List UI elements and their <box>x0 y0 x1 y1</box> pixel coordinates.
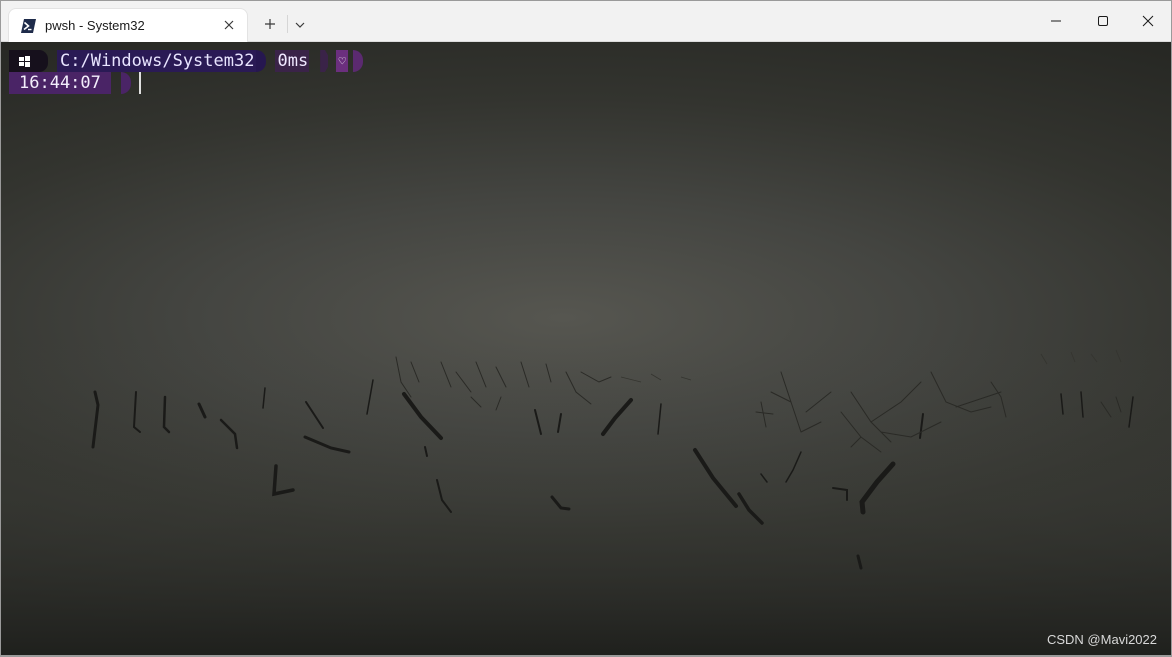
tab-pwsh[interactable]: pwsh - System32 <box>9 9 247 42</box>
os-segment <box>9 50 39 72</box>
close-icon[interactable] <box>221 17 237 33</box>
maximize-button[interactable] <box>1080 1 1126 41</box>
segment-separator <box>120 72 131 94</box>
exec-time-segment: 0ms <box>275 50 310 72</box>
terminal-pane[interactable]: C:/Windows/System32 0ms ♡ 16:44:07 CSDN @M… <box>1 42 1171 655</box>
heart-icon: ♡ <box>336 50 349 72</box>
close-window-button[interactable] <box>1125 1 1171 41</box>
windows-icon <box>19 56 30 67</box>
segment-separator <box>39 50 48 72</box>
minimize-icon <box>1051 20 1061 22</box>
minimize-button[interactable] <box>1033 1 1079 41</box>
maximize-icon <box>1098 16 1108 26</box>
segment-separator <box>353 50 364 72</box>
time-segment: 16:44:07 <box>9 72 111 94</box>
tab-title: pwsh - System32 <box>45 18 145 33</box>
segment-separator <box>320 50 329 72</box>
watermark: CSDN @Mavi2022 <box>1046 632 1157 647</box>
close-icon <box>1142 15 1154 27</box>
title-bar: pwsh - System32 <box>1 1 1171 42</box>
text-cursor[interactable] <box>138 72 141 94</box>
prompt-line: 16:44:07 <box>9 72 141 94</box>
tab-divider <box>287 15 288 33</box>
prompt-line: C:/Windows/System32 0ms ♡ <box>9 50 364 72</box>
path-segment: C:/Windows/System32 <box>57 50 257 72</box>
plus-icon[interactable] <box>262 16 278 32</box>
background-image <box>1 342 1171 655</box>
terminal-window: pwsh - System32 C:/Windows/System32 0ms … <box>1 1 1171 655</box>
powershell-icon <box>21 18 36 33</box>
chevron-down-icon[interactable] <box>293 17 307 31</box>
segment-separator <box>256 50 267 72</box>
